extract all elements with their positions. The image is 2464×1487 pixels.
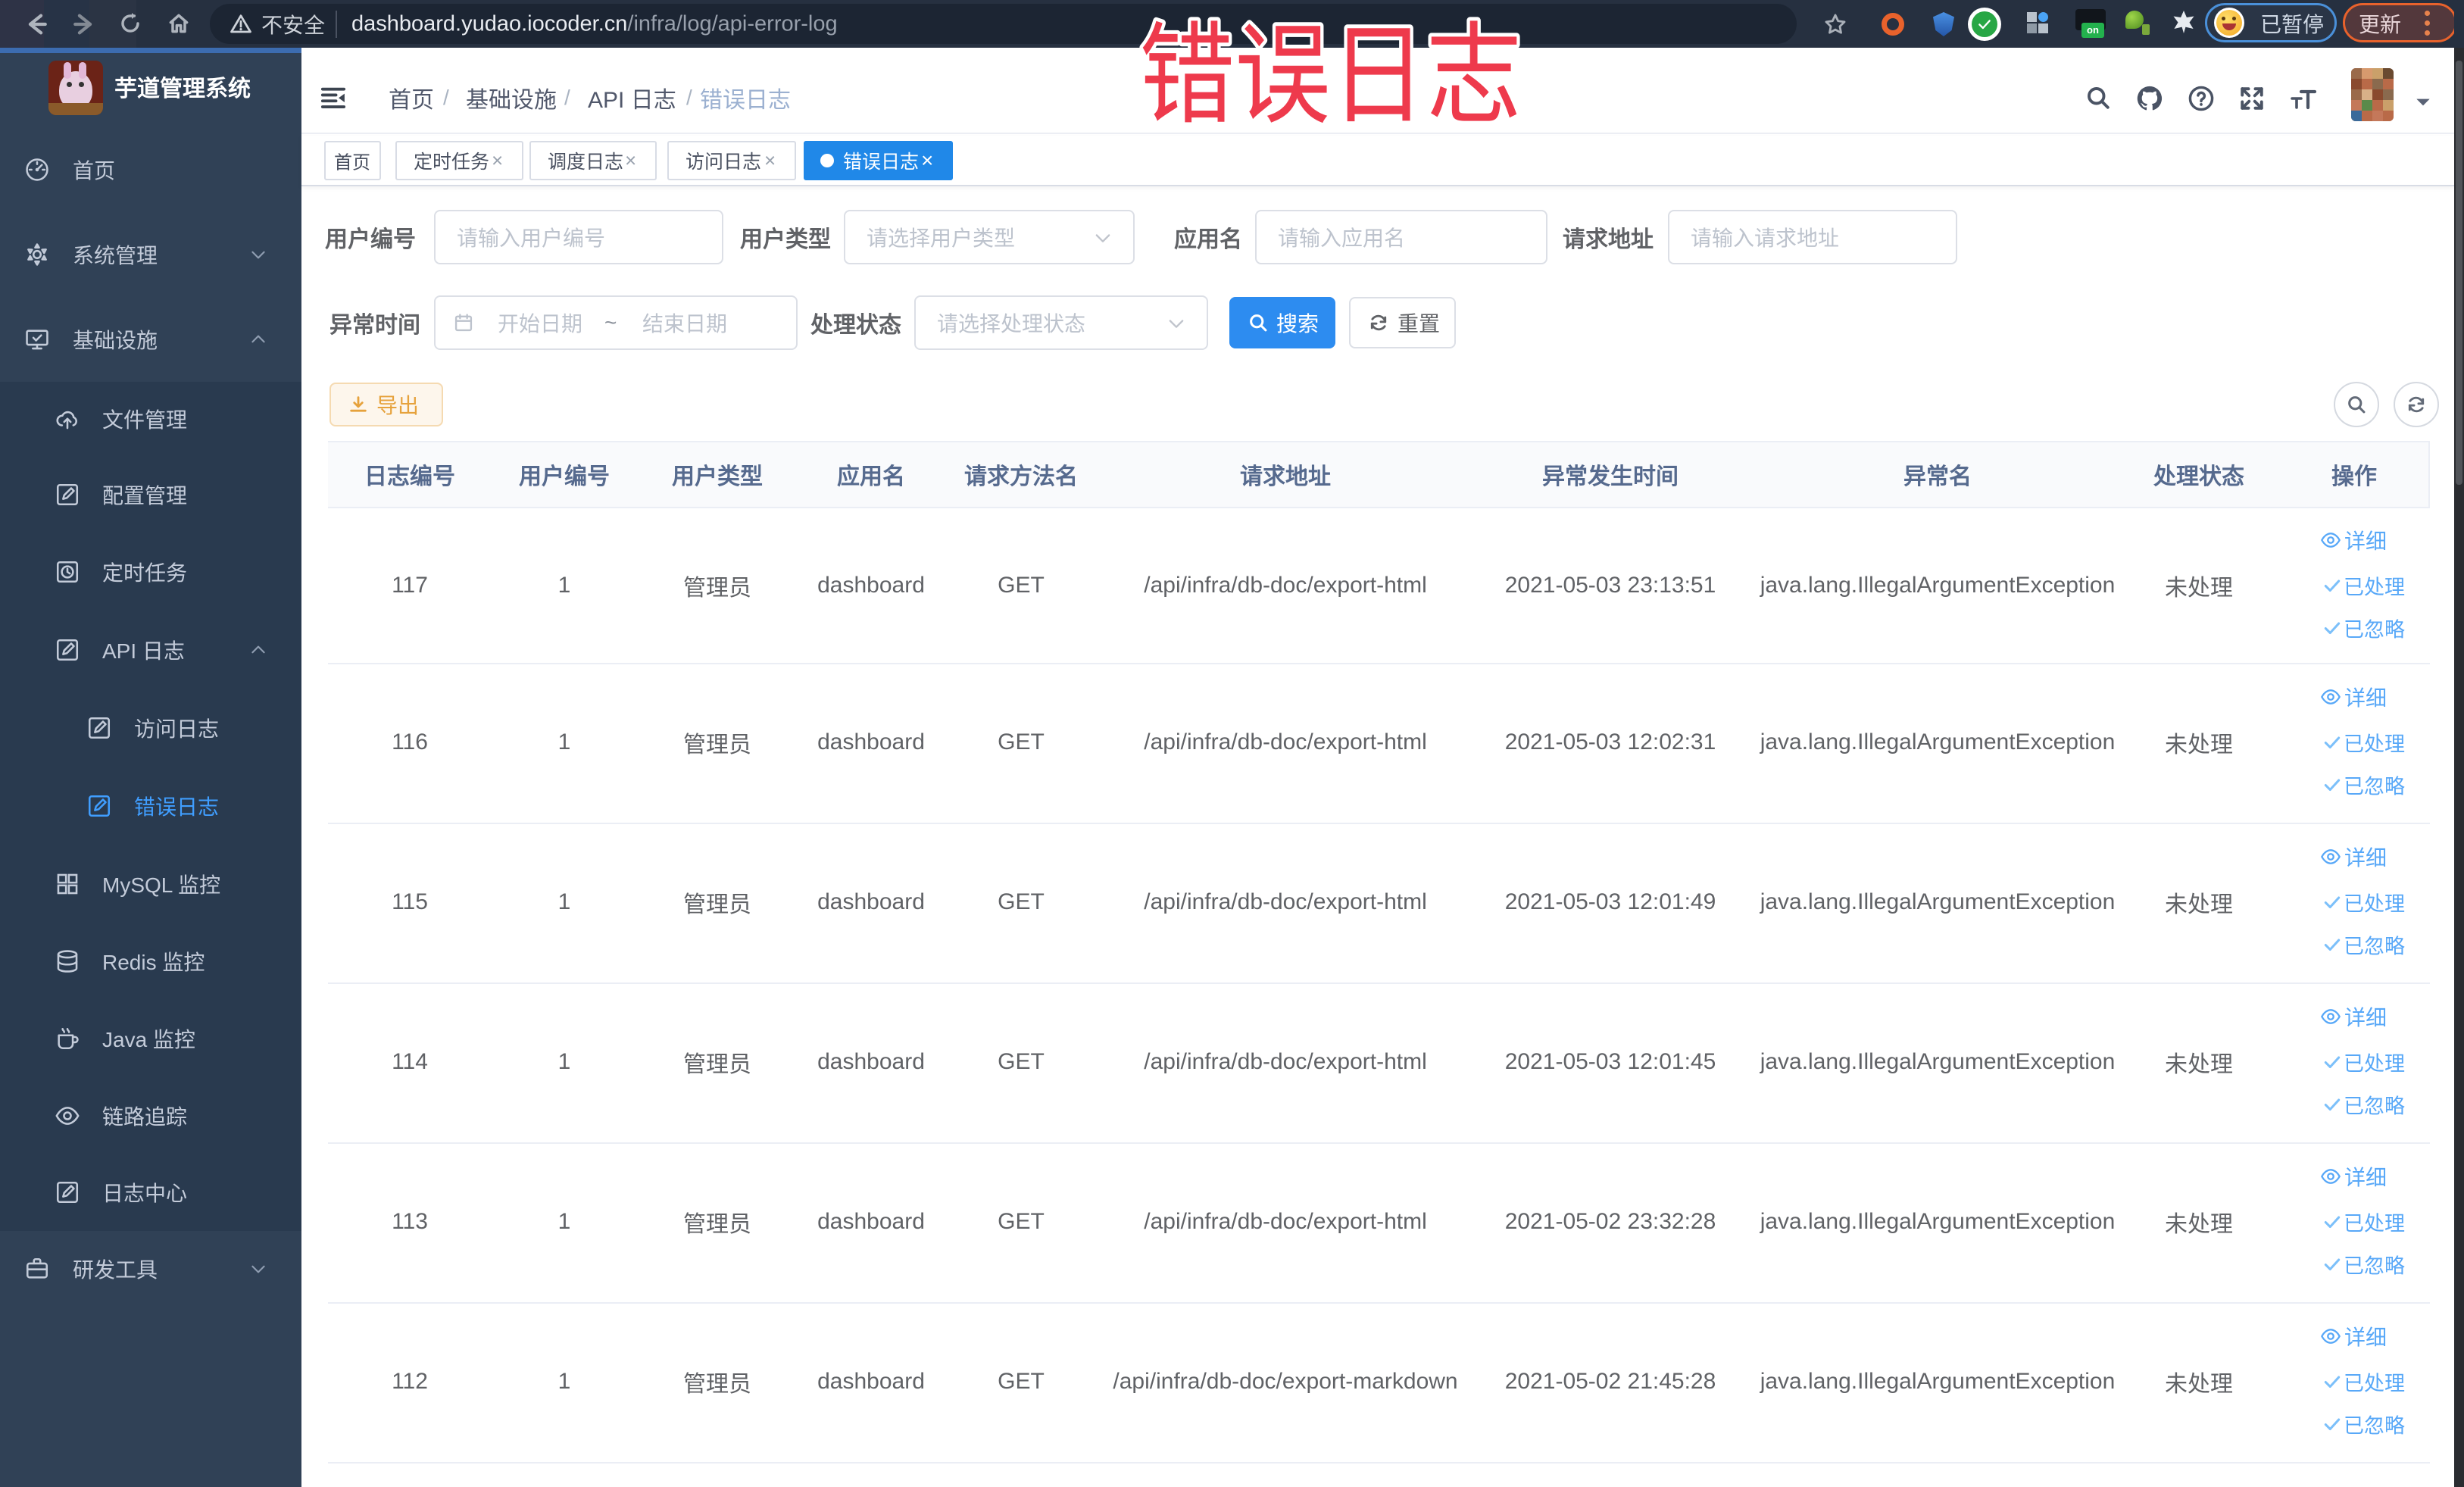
svg-text:错误日志: 错误日志 [1139,14,1522,137]
